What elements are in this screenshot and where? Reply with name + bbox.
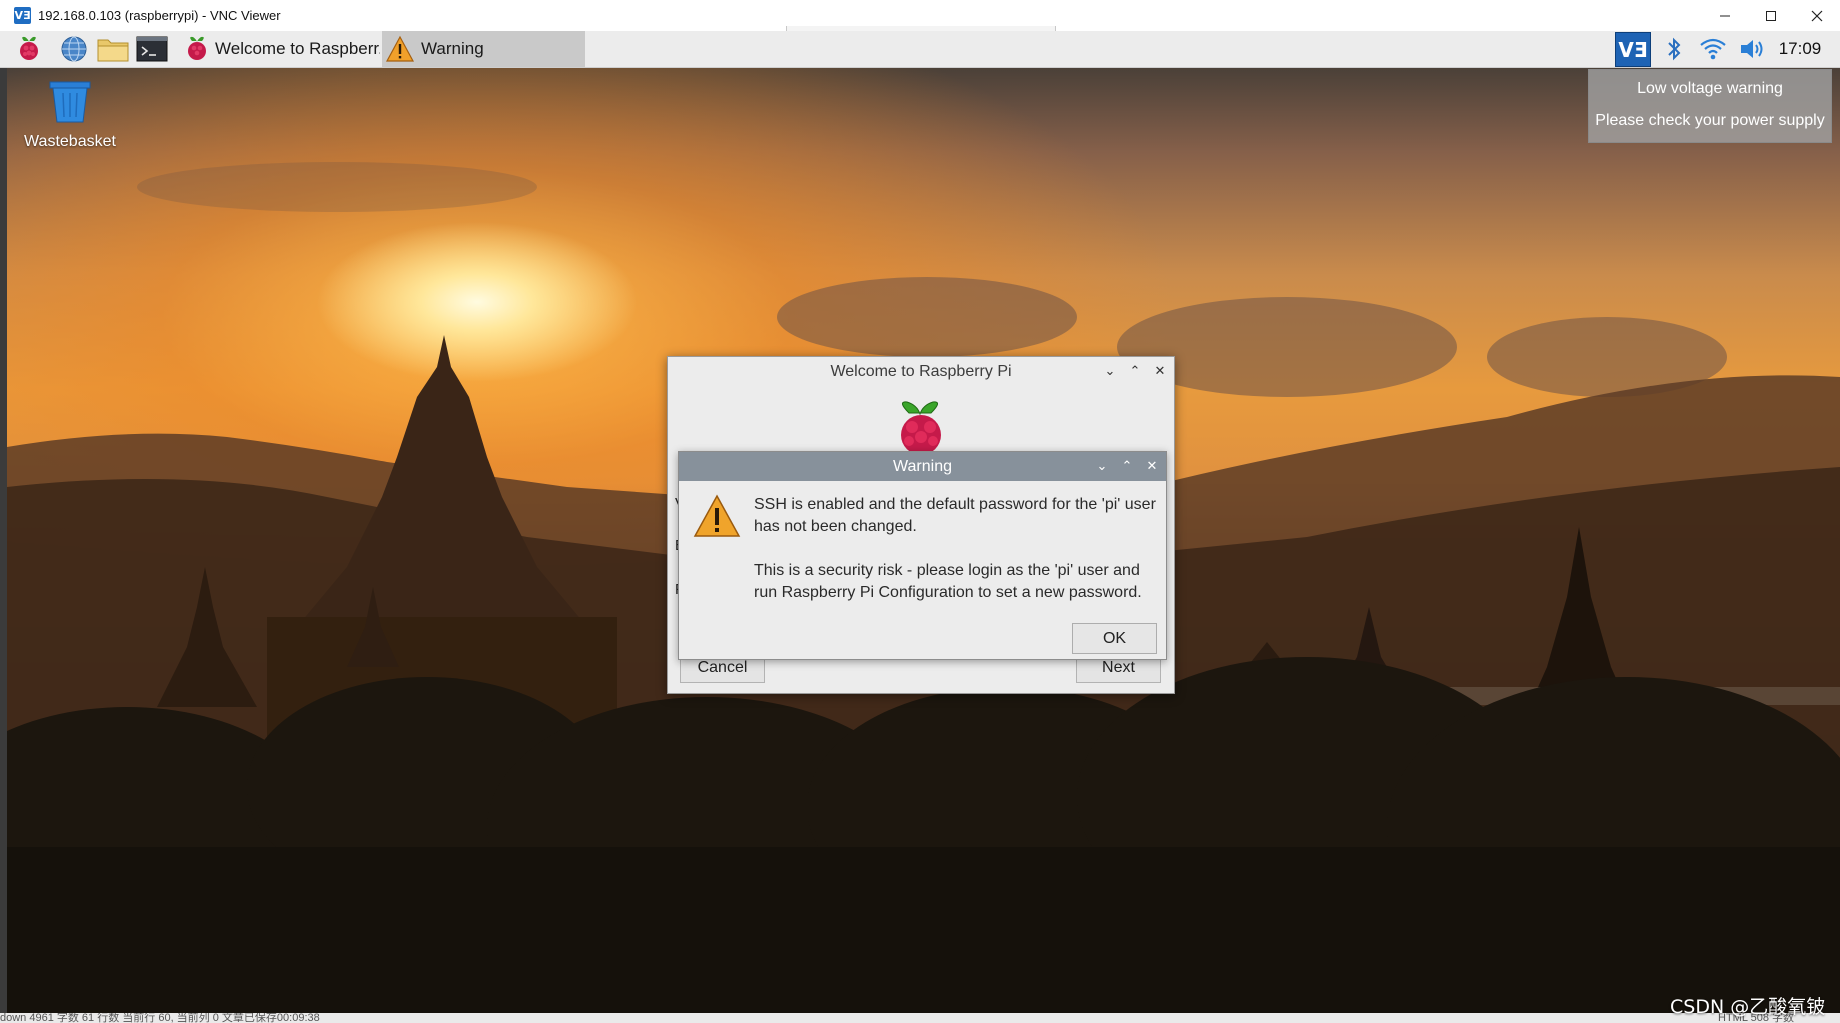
file-manager-icon: [97, 39, 129, 62]
volume-icon: [1741, 40, 1763, 58]
raspberry-menu-icon: [20, 36, 38, 60]
minimize-button[interactable]: [1702, 0, 1748, 31]
notification-message: Please check your power supply: [1595, 112, 1825, 129]
warning-dialog-controls: ⌄ ⌃ ✕: [1094, 452, 1160, 481]
terminal-icon: [136, 36, 168, 62]
vnc-window-title: 192.168.0.103 (raspberrypi) - VNC Viewer: [38, 8, 281, 23]
warning-minimize-button[interactable]: ⌄: [1094, 459, 1110, 475]
raspberry-menu-button[interactable]: [13, 34, 45, 64]
trash-icon: [49, 81, 91, 123]
welcome-dialog-controls: ⌄ ⌃ ✕: [1102, 357, 1168, 387]
wifi-button[interactable]: [1697, 31, 1729, 67]
taskbar-task-welcome[interactable]: Welcome to Raspberr...: [185, 31, 380, 67]
pi-taskbar: Welcome to Raspberr... Warning VƎ 17:09: [0, 31, 1840, 68]
maximize-button[interactable]: [1748, 0, 1794, 31]
minimize-icon: [1720, 15, 1730, 16]
welcome-minimize-button[interactable]: ⌄: [1102, 364, 1118, 380]
raspberry-icon: [185, 35, 209, 63]
taskbar-clock[interactable]: 17:09: [1774, 31, 1826, 67]
warning-close-button[interactable]: ✕: [1144, 459, 1160, 475]
host-status-bar: down 4961 字数 61 行数 当前行 60, 当前列 0 文章已保存00…: [0, 1013, 1840, 1023]
web-browser-icon: [61, 36, 87, 62]
web-browser-button[interactable]: [58, 34, 90, 64]
warning-dialog-title: Warning: [893, 458, 952, 475]
warning-icon: [385, 35, 415, 63]
vnc-server-tray-button[interactable]: VƎ: [1615, 32, 1651, 67]
host-status-left: down 4961 字数 61 行数 当前行 60, 当前列 0 文章已保存00…: [0, 1013, 320, 1023]
ok-button[interactable]: OK: [1072, 623, 1157, 654]
vnc-app-icon: VƎ: [14, 7, 31, 24]
file-manager-button[interactable]: [97, 34, 129, 64]
bluetooth-button[interactable]: [1660, 31, 1688, 67]
desktop-icon-label: Wastebasket: [24, 133, 116, 150]
warning-message-line: SSH is enabled and the default password …: [754, 496, 1156, 535]
welcome-close-button[interactable]: ✕: [1152, 364, 1168, 380]
welcome-maximize-button[interactable]: ⌃: [1127, 364, 1143, 380]
desktop-icon-wastebasket[interactable]: Wastebasket: [20, 80, 120, 151]
warning-dialog: Warning ⌄ ⌃ ✕ SSH is enabled and the def…: [678, 451, 1167, 660]
vnc-window-controls: [1702, 0, 1840, 31]
vnc-titlebar: VƎ 192.168.0.103 (raspberrypi) - VNC Vie…: [0, 0, 1840, 33]
host-window-edge: [0, 67, 7, 1013]
maximize-icon: [1766, 10, 1776, 21]
welcome-dialog-title: Welcome to Raspberry Pi: [830, 363, 1012, 380]
close-icon: [1811, 10, 1823, 21]
taskbar-task-label: Welcome to Raspberr...: [215, 39, 380, 58]
warning-message-line: This is a security risk - please login a…: [754, 562, 1142, 601]
wifi-icon: [1700, 38, 1726, 60]
warning-dialog-titlebar: Warning: [679, 452, 1166, 481]
volume-button[interactable]: [1737, 31, 1769, 67]
taskbar-task-warning[interactable]: Warning: [382, 31, 585, 67]
terminal-button[interactable]: [136, 34, 168, 64]
close-button[interactable]: [1794, 0, 1840, 31]
csdn-watermark: CSDN @乙酸氧铍: [1670, 996, 1826, 1018]
taskbar-task-label: Warning: [421, 39, 484, 58]
low-voltage-notification[interactable]: Low voltage warning Please check your po…: [1588, 69, 1832, 143]
notification-title: Low voltage warning: [1637, 80, 1783, 97]
bluetooth-icon: [1668, 37, 1681, 61]
warning-message: SSH is enabled and the default password …: [754, 494, 1159, 604]
warning-maximize-button[interactable]: ⌃: [1119, 459, 1135, 475]
warning-icon: [693, 494, 741, 537]
raspberry-pi-logo: [901, 401, 941, 455]
